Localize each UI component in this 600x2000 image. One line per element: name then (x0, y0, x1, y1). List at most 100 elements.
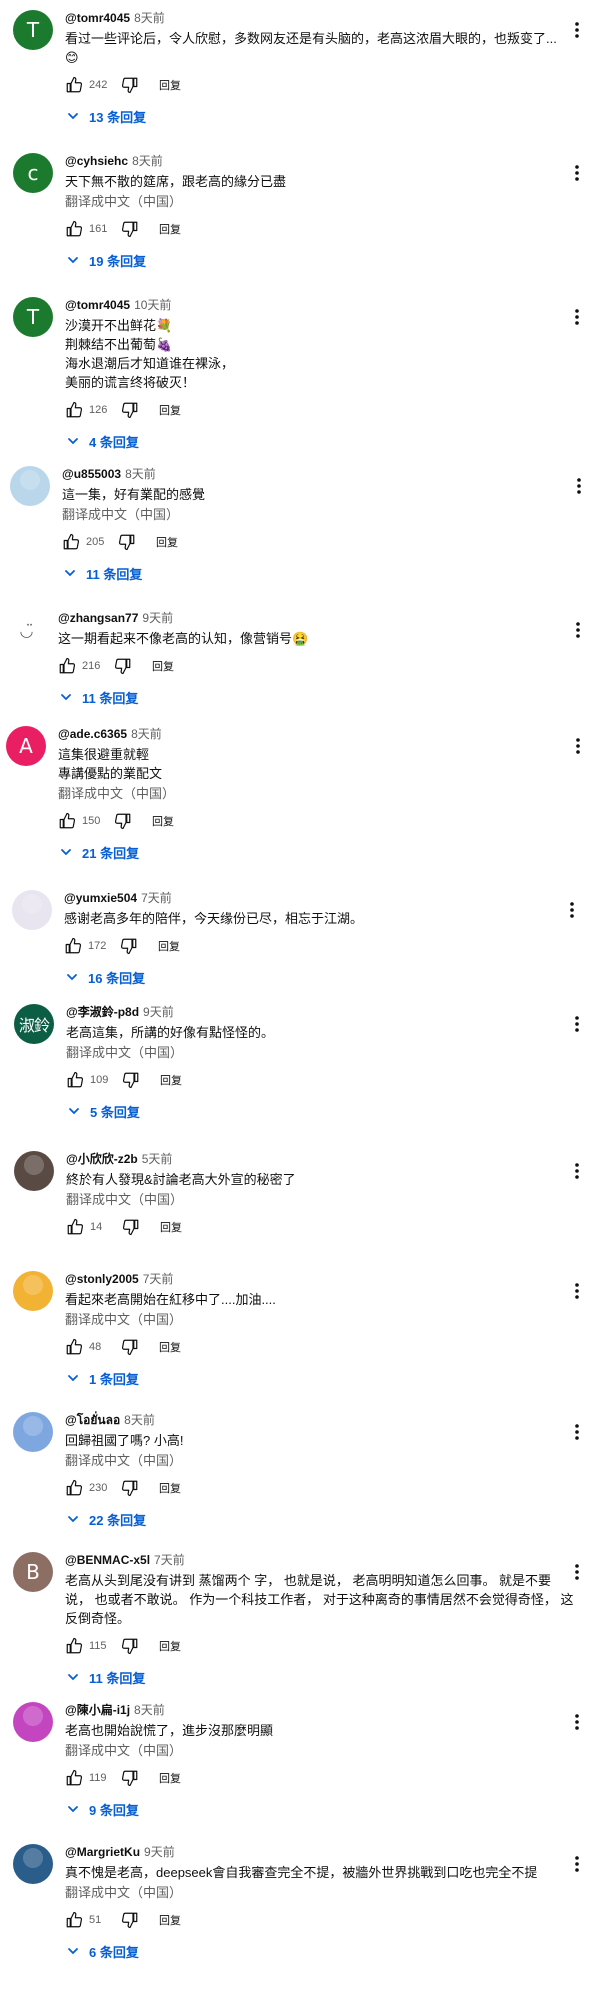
view-replies-button[interactable]: 11 条回复 (60, 687, 560, 707)
translate-link[interactable]: 翻译成中文（中国） (65, 1310, 560, 1329)
like-icon[interactable] (63, 1477, 85, 1499)
view-replies-button[interactable]: 19 条回复 (67, 250, 560, 270)
reply-button[interactable]: 回复 (159, 1638, 181, 1654)
more-actions-icon[interactable] (568, 736, 588, 756)
author-name[interactable]: @tomr4045 (65, 11, 130, 25)
reply-button[interactable]: 回复 (152, 658, 174, 674)
reply-button[interactable]: 回复 (159, 402, 181, 418)
avatar[interactable]: ◡̈ (6, 610, 46, 650)
like-icon[interactable] (63, 399, 85, 421)
author-name[interactable]: @李淑鈴-p8d (66, 1005, 139, 1019)
comment-time[interactable]: 8天前 (134, 11, 165, 25)
like-icon[interactable] (62, 935, 84, 957)
view-replies-button[interactable]: 21 条回复 (60, 842, 560, 862)
avatar[interactable] (13, 1844, 53, 1884)
translate-link[interactable]: 翻译成中文（中国） (65, 1741, 560, 1760)
avatar[interactable] (13, 1271, 53, 1311)
comment-time[interactable]: 8天前 (131, 727, 162, 741)
comment-time[interactable]: 5天前 (142, 1152, 173, 1166)
author-name[interactable]: @u855003 (62, 467, 121, 481)
like-icon[interactable] (60, 531, 82, 553)
view-replies-button[interactable]: 5 条回复 (68, 1101, 560, 1121)
more-actions-icon[interactable] (567, 1422, 587, 1442)
dislike-icon[interactable] (112, 655, 134, 677)
like-icon[interactable] (64, 1216, 86, 1238)
avatar[interactable]: T (13, 10, 53, 50)
reply-button[interactable]: 回复 (159, 1912, 181, 1928)
dislike-icon[interactable] (112, 810, 134, 832)
more-actions-icon[interactable] (567, 1161, 587, 1181)
like-icon[interactable] (63, 1336, 85, 1358)
more-actions-icon[interactable] (567, 1014, 587, 1034)
like-icon[interactable] (63, 218, 85, 240)
like-icon[interactable] (63, 1909, 85, 1931)
author-name[interactable]: @tomr4045 (65, 298, 130, 312)
author-name[interactable]: @小欣欣-z2b (66, 1152, 138, 1166)
author-name[interactable]: @yumxie504 (64, 891, 137, 905)
comment-time[interactable]: 7天前 (154, 1553, 185, 1567)
comment-time[interactable]: 9天前 (143, 1005, 174, 1019)
comment-time[interactable]: 9天前 (142, 611, 173, 625)
more-actions-icon[interactable] (567, 20, 587, 40)
comment-time[interactable]: 10天前 (134, 298, 171, 312)
view-replies-button[interactable]: 22 条回复 (67, 1509, 560, 1529)
avatar[interactable]: B (13, 1552, 53, 1592)
like-icon[interactable] (63, 1767, 85, 1789)
avatar[interactable]: c (13, 153, 53, 193)
more-actions-icon[interactable] (568, 620, 588, 640)
view-replies-button[interactable]: 16 条回复 (66, 967, 560, 987)
dislike-icon[interactable] (119, 74, 141, 96)
like-icon[interactable] (63, 74, 85, 96)
comment-time[interactable]: 8天前 (134, 1703, 165, 1717)
dislike-icon[interactable] (119, 218, 141, 240)
dislike-icon[interactable] (120, 1069, 142, 1091)
reply-button[interactable]: 回复 (159, 1770, 181, 1786)
dislike-icon[interactable] (119, 1635, 141, 1657)
more-actions-icon[interactable] (567, 1854, 587, 1874)
avatar[interactable] (12, 890, 52, 930)
avatar[interactable] (14, 1151, 54, 1191)
like-icon[interactable] (64, 1069, 86, 1091)
comment-time[interactable]: 9天前 (144, 1845, 175, 1859)
view-replies-button[interactable]: 6 条回复 (67, 1941, 560, 1961)
reply-button[interactable]: 回复 (159, 1480, 181, 1496)
reply-button[interactable]: 回复 (156, 534, 178, 550)
like-icon[interactable] (56, 810, 78, 832)
like-icon[interactable] (63, 1635, 85, 1657)
avatar[interactable]: A (6, 726, 46, 766)
reply-button[interactable]: 回复 (159, 1339, 181, 1355)
avatar[interactable] (13, 1412, 53, 1452)
dislike-icon[interactable] (119, 399, 141, 421)
translate-link[interactable]: 翻译成中文（中国） (65, 192, 560, 211)
like-icon[interactable] (56, 655, 78, 677)
dislike-icon[interactable] (119, 1336, 141, 1358)
translate-link[interactable]: 翻译成中文（中国） (66, 1043, 560, 1062)
avatar[interactable] (10, 466, 50, 506)
comment-time[interactable]: 7天前 (141, 891, 172, 905)
reply-button[interactable]: 回复 (158, 938, 180, 954)
translate-link[interactable]: 翻译成中文（中国） (65, 1883, 560, 1902)
avatar[interactable]: 淑鈴 (14, 1004, 54, 1044)
author-name[interactable]: @cyhsiehc (65, 154, 128, 168)
view-replies-button[interactable]: 9 条回复 (67, 1799, 560, 1819)
view-replies-button[interactable]: 11 条回复 (67, 1667, 560, 1687)
comment-time[interactable]: 8天前 (132, 154, 163, 168)
comment-time[interactable]: 8天前 (125, 467, 156, 481)
translate-link[interactable]: 翻译成中文（中国） (58, 784, 560, 803)
more-actions-icon[interactable] (562, 900, 582, 920)
dislike-icon[interactable] (116, 531, 138, 553)
view-replies-button[interactable]: 11 条回复 (64, 563, 560, 583)
avatar[interactable] (13, 1702, 53, 1742)
author-name[interactable]: @ade.c6365 (58, 727, 127, 741)
translate-link[interactable]: 翻译成中文（中国） (62, 505, 560, 524)
dislike-icon[interactable] (120, 1216, 142, 1238)
author-name[interactable]: @stonly2005 (65, 1272, 139, 1286)
more-actions-icon[interactable] (567, 1562, 587, 1582)
author-name[interactable]: @MargrietKu (65, 1845, 140, 1859)
avatar[interactable]: T (13, 297, 53, 337)
dislike-icon[interactable] (119, 1477, 141, 1499)
author-name[interactable]: @โอยั่นลอ (65, 1413, 120, 1427)
reply-button[interactable]: 回复 (159, 221, 181, 237)
comment-time[interactable]: 8天前 (124, 1413, 155, 1427)
view-replies-button[interactable]: 1 条回复 (67, 1368, 560, 1388)
